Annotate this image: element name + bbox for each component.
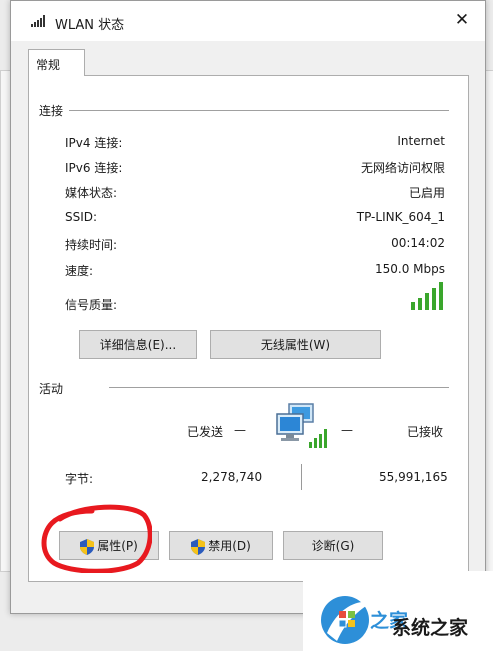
close-button[interactable]: ✕	[447, 7, 477, 33]
bytes-received-value: 55,991,165	[379, 470, 448, 484]
watermark: Win 10 系统之家 系统之家	[303, 571, 493, 651]
ipv6-label: IPv6 连接:	[65, 161, 123, 175]
speed-value: 150.0 Mbps	[374, 262, 445, 276]
bytes-label: 字节:	[65, 472, 94, 486]
signal-strength-icon	[411, 282, 443, 310]
tab-label: 常规	[36, 58, 61, 72]
watermark-logo-icon	[321, 596, 371, 644]
wifi-signal-icon	[31, 15, 45, 27]
properties-label: 属性(P)	[97, 539, 138, 553]
signal-quality-label: 信号质量:	[65, 298, 118, 312]
duration-label: 持续时间:	[65, 238, 118, 252]
ssid-label: SSID:	[65, 210, 98, 224]
ssid-value: TP-LINK_604_1	[356, 210, 445, 224]
disable-label: 禁用(D)	[208, 539, 251, 553]
window-title: WLAN 状态	[55, 18, 125, 33]
title-bar: WLAN 状态 ✕	[11, 1, 485, 41]
media-state-value: 已启用	[408, 186, 445, 200]
bytes-sent-value: 2,278,740	[201, 470, 263, 484]
disable-button[interactable]: 禁用(D)	[169, 531, 273, 560]
tab-panel: 连接 IPv4 连接: Internet IPv6 连接: 无网络访问权限 媒体…	[28, 75, 469, 582]
diagnose-button[interactable]: 诊断(G)	[283, 531, 383, 560]
duration-value: 00:14:02	[391, 236, 445, 250]
details-button[interactable]: 详细信息(E)...	[79, 330, 197, 359]
speed-label: 速度:	[65, 264, 94, 278]
sent-dash: —	[234, 423, 246, 437]
divider	[69, 110, 449, 111]
connection-group-label: 连接	[39, 104, 64, 118]
network-computers-icon	[276, 403, 327, 448]
media-state-label: 媒体状态:	[65, 186, 118, 200]
activity-group-label: 活动	[39, 382, 64, 396]
sent-label: 已发送	[187, 425, 224, 439]
wlan-status-dialog: WLAN 状态 ✕ 常规 连接 IPv4 连接: Internet IPv6 连…	[10, 0, 486, 614]
bytes-divider	[301, 464, 302, 490]
ipv4-value: Internet	[397, 134, 445, 148]
received-label: 已接收	[407, 425, 444, 439]
properties-button[interactable]: 属性(P)	[59, 531, 159, 560]
uac-shield-icon	[191, 538, 206, 555]
wireless-properties-button[interactable]: 无线属性(W)	[210, 330, 381, 359]
watermark-text: 系统之家	[392, 617, 469, 639]
ipv6-value: 无网络访问权限	[360, 161, 445, 175]
received-dash: —	[341, 423, 353, 437]
ipv4-label: IPv4 连接:	[65, 136, 123, 150]
tab-general[interactable]: 常规	[28, 49, 85, 76]
uac-shield-icon	[80, 538, 95, 555]
divider	[109, 387, 449, 388]
